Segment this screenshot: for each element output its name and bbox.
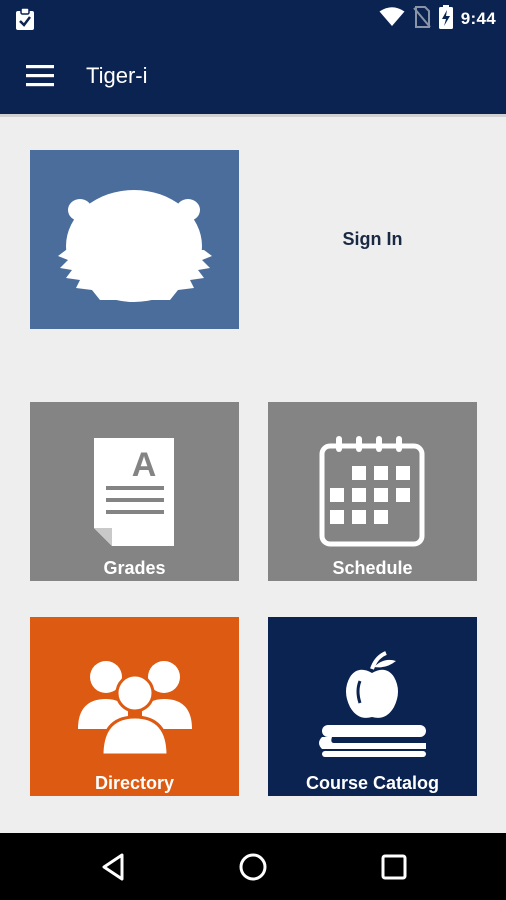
people-group-icon <box>78 659 192 760</box>
app-title: Tiger-i <box>86 63 148 88</box>
status-time: 9:44 <box>460 9 496 28</box>
home-icon[interactable] <box>237 851 269 883</box>
grades-tile[interactable]: A Grades <box>30 402 239 581</box>
svg-text:A: A <box>132 446 157 484</box>
tiger-logo-tile <box>30 150 239 329</box>
status-bar: 9:44 <box>0 0 506 38</box>
schedule-tile[interactable]: Schedule <box>268 402 477 581</box>
back-icon[interactable] <box>98 851 130 883</box>
grade-document-icon: A <box>92 436 178 553</box>
directory-label: Directory <box>94 773 175 793</box>
directory-tile[interactable]: Directory <box>30 617 239 796</box>
app-bar-shadow <box>0 114 506 117</box>
wifi-icon <box>379 6 405 32</box>
clipboard-check-icon <box>14 7 36 36</box>
schedule-label: Schedule <box>332 558 413 578</box>
recents-icon[interactable] <box>378 851 410 883</box>
tiger-head-icon <box>30 190 239 329</box>
hamburger-menu-icon[interactable] <box>26 65 54 87</box>
battery-charging-icon <box>438 4 453 34</box>
status-icons: 9:44 <box>379 4 496 34</box>
calendar-icon <box>318 434 428 553</box>
course-catalog-tile[interactable]: Course Catalog <box>268 617 477 796</box>
system-nav-bar <box>0 833 506 900</box>
course-catalog-label: Course Catalog <box>305 773 440 793</box>
no-sim-icon <box>413 5 431 33</box>
sign-in-button[interactable]: Sign In <box>268 150 477 329</box>
apple-on-book-icon <box>316 651 430 768</box>
app-bar: Tiger-i <box>0 38 506 117</box>
grades-label: Grades <box>103 558 166 578</box>
